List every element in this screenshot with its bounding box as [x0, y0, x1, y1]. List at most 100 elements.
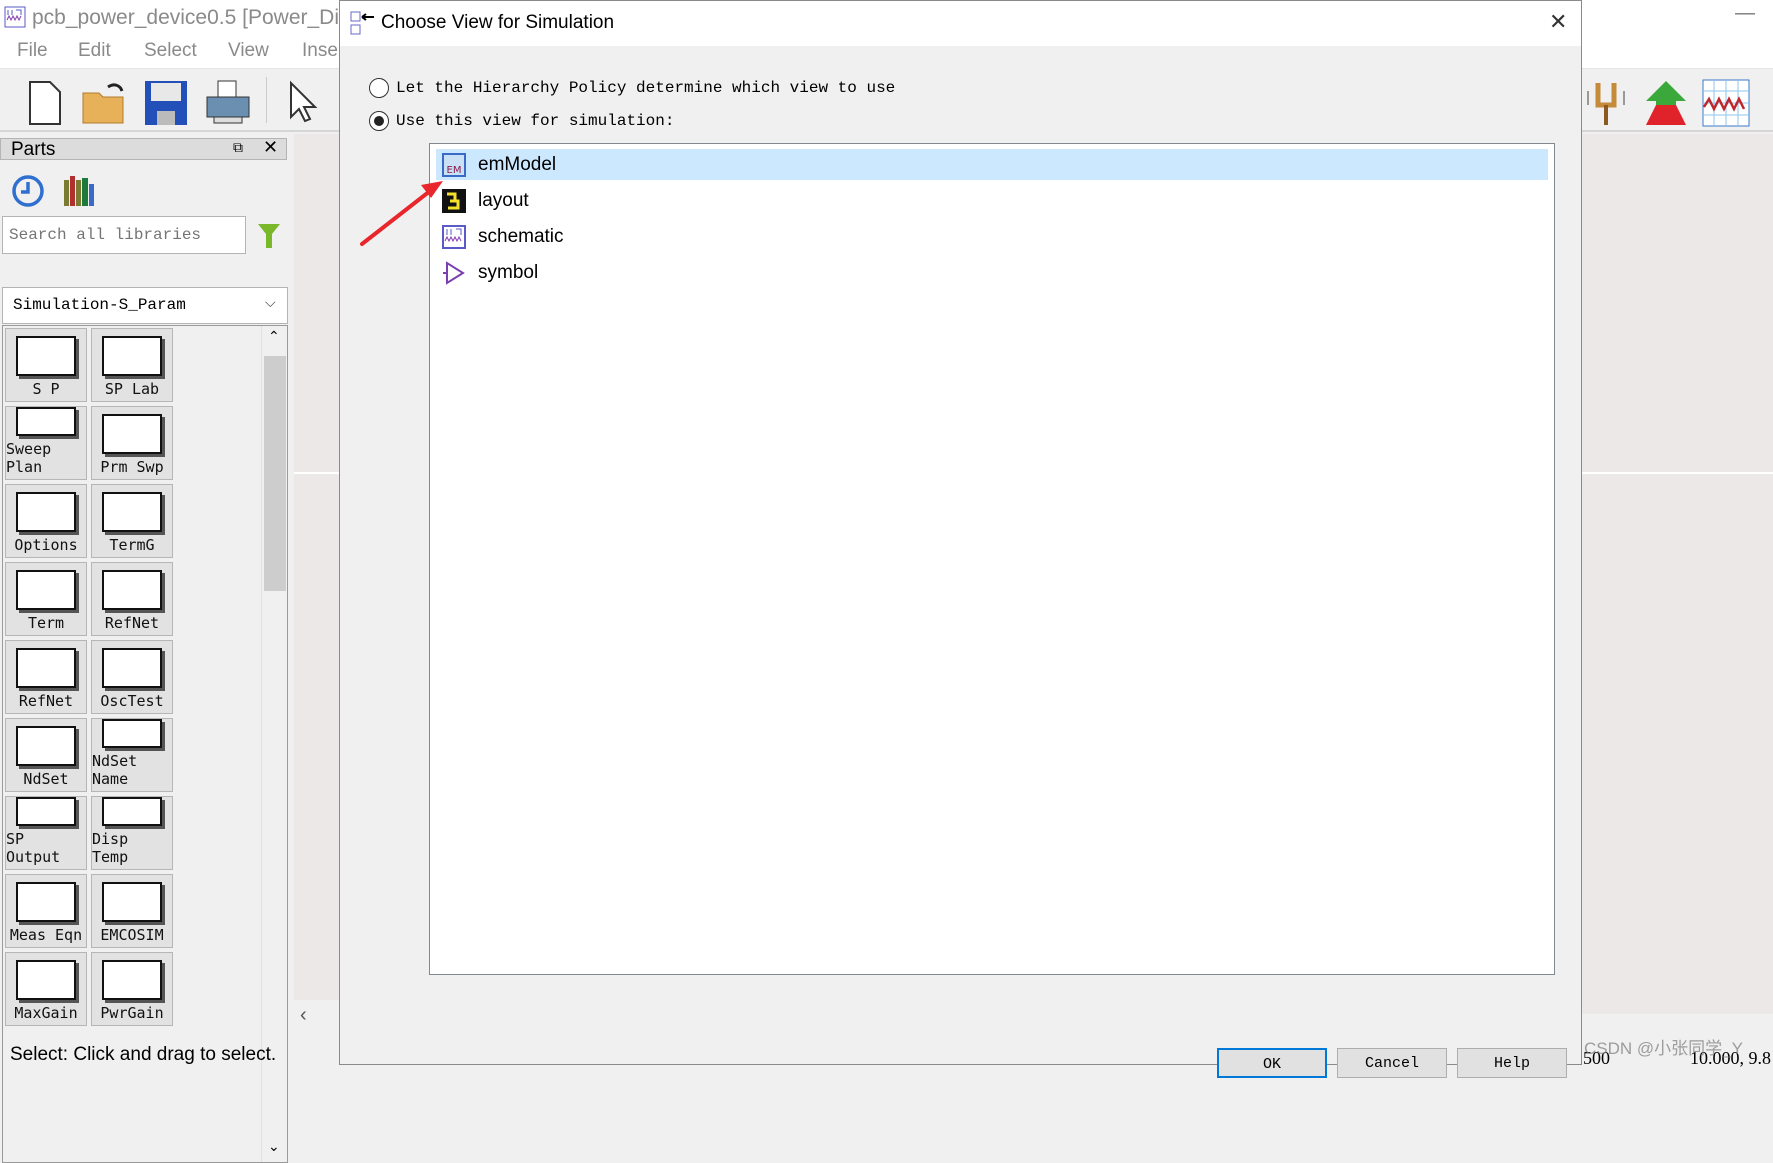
close-panel-icon[interactable]: ✕ — [263, 137, 278, 158]
part-label: Meas Eqn — [9, 926, 83, 944]
parts-palette: S P SP Lab Sweep Plan Prm Swp Options TermG Te… — [2, 325, 288, 1163]
part-refnet[interactable]: RefNet — [5, 640, 87, 714]
part-symbol-icon — [102, 492, 162, 532]
choose-view-dialog: Choose View for Simulation ✕ Let the Hie… — [339, 0, 1582, 1078]
part-label: RefNet — [104, 614, 160, 632]
part-term[interactable]: Term — [5, 562, 87, 636]
part-symbol-icon — [16, 648, 76, 688]
part-label: NdSet Name — [92, 752, 138, 788]
part-sweep-plan[interactable]: Sweep Plan — [5, 406, 87, 480]
filter-icon[interactable] — [256, 222, 282, 250]
part-emcosim[interactable]: EMCOSIM — [91, 874, 173, 948]
symbol-icon — [443, 260, 465, 285]
part-symbol-icon — [102, 719, 162, 748]
part-pwrgain[interactable]: PwrGain — [91, 952, 173, 1026]
part-symbol-icon — [16, 797, 76, 826]
part-symbol-icon — [16, 882, 76, 922]
optimize-arrow-icon[interactable] — [1642, 79, 1690, 127]
radio-hierarchy-policy[interactable] — [369, 78, 389, 98]
app-schematic-icon — [4, 6, 26, 28]
part-symbol-icon — [102, 882, 162, 922]
part-symbol-icon — [102, 570, 162, 610]
part-symbol-icon — [16, 726, 76, 766]
part-ndset-name[interactable]: NdSet Name — [91, 718, 173, 792]
dialog-close-button[interactable]: ✕ — [1549, 9, 1567, 35]
menu-insert[interactable]: Inse — [302, 40, 338, 62]
scrollbar-thumb[interactable] — [264, 356, 286, 591]
part-options[interactable]: Options — [5, 484, 87, 558]
view-list: EM emModel layout schematic symbol — [429, 143, 1555, 975]
part-symbol-icon — [102, 414, 162, 454]
menu-edit[interactable]: Edit — [78, 40, 111, 62]
svg-text:EM: EM — [447, 165, 462, 176]
radio-use-view[interactable] — [369, 111, 389, 131]
schematic-icon — [442, 224, 466, 249]
part-symbol-icon — [16, 570, 76, 610]
status-bar-text: Select: Click and drag to select. — [10, 1044, 277, 1065]
part-disp-temp[interactable]: Disp Temp — [91, 796, 173, 870]
part-label: Prm Swp — [100, 458, 164, 476]
library-dropdown[interactable]: Simulation-S_Param ⌵ — [2, 287, 288, 324]
watermark: CSDN @小张同学_Y — [1584, 1039, 1743, 1058]
ok-button[interactable]: OK — [1217, 1048, 1327, 1078]
waveform-graph-icon[interactable] — [1702, 79, 1750, 127]
view-item-layout[interactable]: layout — [436, 185, 1548, 216]
part-sp-output[interactable]: SP Output — [5, 796, 87, 870]
toolbar-divider — [266, 77, 267, 123]
scroll-down-icon[interactable]: ⌄ — [268, 1138, 280, 1155]
search-libraries-input[interactable] — [2, 216, 246, 254]
part-sp-lab[interactable]: SP Lab — [91, 328, 173, 402]
part-label: SP Lab — [104, 380, 160, 398]
menu-file[interactable]: File — [17, 40, 48, 62]
layout-icon — [442, 188, 466, 213]
view-item-symbol[interactable]: symbol — [436, 257, 1548, 288]
part-symbol-icon — [16, 960, 76, 1000]
app-title: pcb_power_device0.5 [Power_Divice — [32, 6, 377, 29]
float-panel-icon[interactable]: ⧉ — [233, 139, 243, 156]
part-osctest[interactable]: OscTest — [91, 640, 173, 714]
recent-parts-icon[interactable] — [11, 174, 45, 208]
view-item-schematic[interactable]: schematic — [436, 221, 1548, 252]
part-label: EMCOSIM — [100, 926, 164, 944]
part-label: S P — [32, 380, 60, 398]
palette-scrollbar[interactable]: ⌃ ⌄ — [261, 326, 287, 1162]
part-label: NdSet — [23, 770, 69, 788]
view-item-emmodel[interactable]: EM emModel — [436, 149, 1548, 180]
library-dropdown-value: Simulation-S_Param — [13, 296, 186, 314]
em-model-icon: EM — [442, 152, 466, 177]
part-maxgain[interactable]: MaxGain — [5, 952, 87, 1026]
part-symbol-icon — [16, 336, 76, 376]
save-icon[interactable] — [142, 79, 190, 127]
part-label: RefNet — [18, 692, 74, 710]
radio-use-view-label[interactable]: Use this view for simulation: — [396, 112, 674, 130]
part-symbol-icon — [16, 407, 76, 436]
scroll-up-icon[interactable]: ⌃ — [268, 328, 280, 345]
library-browser-icon[interactable] — [62, 174, 96, 208]
tuning-fork-icon[interactable] — [1582, 79, 1630, 127]
new-file-icon[interactable] — [20, 79, 68, 127]
menu-select[interactable]: Select — [144, 40, 197, 62]
chevron-down-icon: ⌵ — [265, 294, 276, 310]
part-prm-swp[interactable]: Prm Swp — [91, 406, 173, 480]
open-folder-icon[interactable] — [80, 79, 128, 127]
part-label: SP Output — [6, 830, 61, 866]
view-item-label: layout — [478, 189, 529, 211]
part-label: Options — [14, 536, 78, 554]
part-refnet[interactable]: RefNet — [91, 562, 173, 636]
part-s-p[interactable]: S P — [5, 328, 87, 402]
menu-view[interactable]: View — [228, 40, 269, 62]
parts-panel: Parts ⧉ ✕ Simulation-S_Param ⌵ S P SP Lab… — [0, 134, 294, 1163]
view-item-label: emModel — [478, 153, 557, 175]
minimize-button[interactable]: — — [1735, 2, 1755, 25]
radio-hierarchy-policy-label[interactable]: Let the Hierarchy Policy determine which… — [396, 79, 895, 97]
cancel-button[interactable]: Cancel — [1337, 1048, 1447, 1078]
part-termg[interactable]: TermG — [91, 484, 173, 558]
part-meas-eqn[interactable]: Meas Eqn — [5, 874, 87, 948]
part-ndset[interactable]: NdSet — [5, 718, 87, 792]
part-symbol-icon — [102, 648, 162, 688]
help-button[interactable]: Help — [1457, 1048, 1567, 1078]
view-item-label: symbol — [478, 261, 539, 283]
part-label: TermG — [109, 536, 155, 554]
print-icon[interactable] — [204, 79, 252, 127]
select-pointer-icon[interactable] — [278, 79, 326, 127]
